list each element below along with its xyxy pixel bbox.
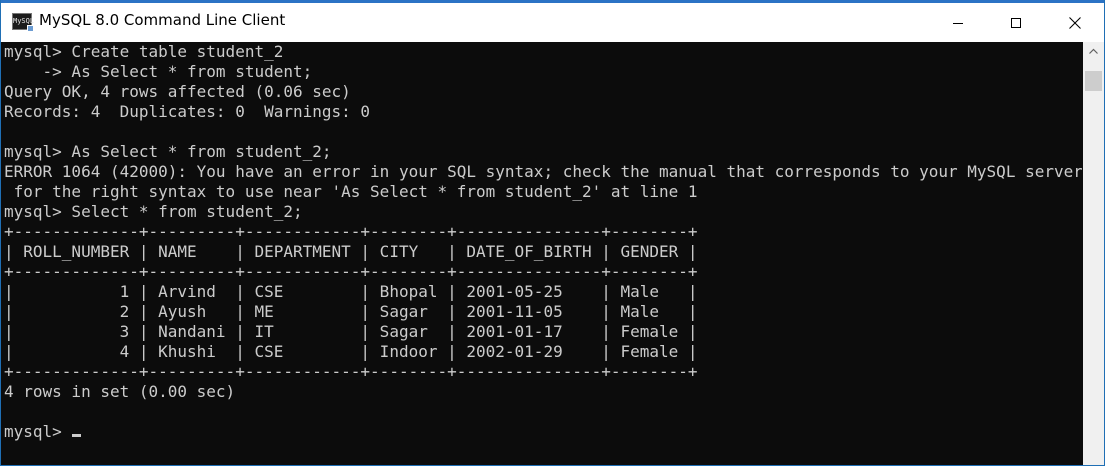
minimize-button[interactable]: [929, 3, 987, 42]
window-title: MySQL 8.0 Command Line Client: [39, 11, 286, 29]
mysql-app-icon[interactable]: MySQL: [12, 13, 34, 32]
console-line: mysql> Select * from student_2;: [4, 202, 303, 221]
scroll-up-button[interactable]: [1083, 42, 1104, 59]
table-row: | 3 | Nandani | IT | Sagar | 2001-01-17 …: [4, 322, 698, 341]
console-line: -> As Select * from student;: [4, 62, 313, 81]
minimize-icon: [953, 22, 963, 24]
console-output[interactable]: mysql> Create table student_2 -> As Sele…: [4, 42, 1082, 466]
title-bar[interactable]: MySQL MySQL 8.0 Command Line Client: [1, 0, 1104, 42]
chevron-up-icon: [1089, 48, 1098, 54]
close-icon: [1069, 16, 1081, 29]
error-line: ERROR 1064 (42000): You have an error in…: [4, 162, 1082, 181]
table-border: +-------------+---------+------------+--…: [4, 222, 698, 241]
vertical-scrollbar[interactable]: [1083, 42, 1104, 465]
mysql-client-window: MySQL MySQL 8.0 Command Line Client mysq…: [0, 0, 1105, 466]
console-line: 4 rows in set (0.00 sec): [4, 382, 236, 401]
table-header: | ROLL_NUMBER | NAME | DEPARTMENT | CITY…: [4, 242, 698, 261]
console-line: Query OK, 4 rows affected (0.06 sec): [4, 82, 351, 101]
console-line: mysql> Create table student_2: [4, 42, 284, 61]
maximize-button[interactable]: [987, 3, 1045, 42]
close-button[interactable]: [1046, 3, 1104, 42]
maximize-icon: [1011, 17, 1021, 28]
error-line: for the right syntax to use near 'As Sel…: [4, 182, 698, 201]
table-border: +-------------+---------+------------+--…: [4, 262, 698, 281]
table-border: +-------------+---------+------------+--…: [4, 362, 698, 381]
table-row: | 2 | Ayush | ME | Sagar | 2001-11-05 | …: [4, 302, 698, 321]
text-cursor: [72, 434, 82, 437]
scrollbar-thumb[interactable]: [1085, 71, 1102, 91]
mysql-prompt: mysql>: [4, 422, 72, 441]
table-row: | 4 | Khushi | CSE | Indoor | 2002-01-29…: [4, 342, 698, 361]
console-line: Records: 4 Duplicates: 0 Warnings: 0: [4, 102, 371, 121]
table-row: | 1 | Arvind | CSE | Bhopal | 2001-05-25…: [4, 282, 698, 301]
prompt-line[interactable]: mysql>: [4, 422, 1082, 442]
console-line: mysql> As Select * from student_2;: [4, 142, 332, 161]
